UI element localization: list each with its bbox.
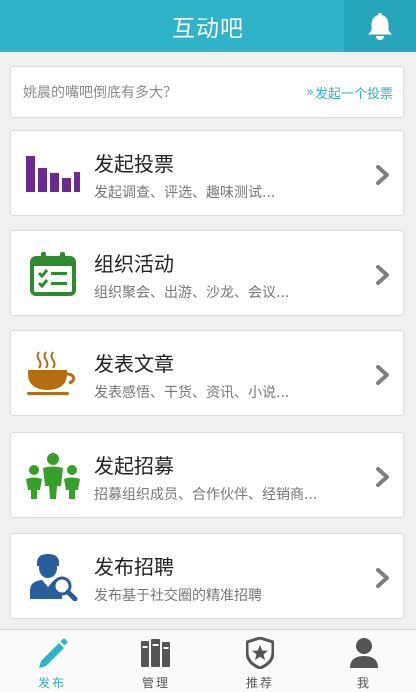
poll-question: 姚晨的嘴吧倒底有多大？ [23, 85, 177, 101]
tab-label: 我 [356, 676, 371, 690]
calendar-icon [25, 250, 81, 298]
start-poll-label: 发起一个投票 [314, 86, 393, 102]
bar-chart-icon [25, 150, 81, 198]
card-subtitle: 组织聚会、出游、沙龙、会议... [94, 285, 290, 301]
card-publish-article[interactable]: 发表文章 发表感悟、干货、资讯、小说... [10, 330, 404, 416]
person-icon [347, 637, 381, 669]
app-header: 互动吧 [0, 0, 416, 52]
card-start-recruitment[interactable]: 发起招募 招募组织成员、合作伙伴、经销商... [10, 432, 404, 518]
card-subtitle: 发布基于社交圈的精准招聘 [94, 588, 262, 604]
card-title: 发起招募 [94, 454, 174, 478]
tab-publish[interactable]: 发布 [0, 630, 104, 692]
card-title: 发表文章 [94, 352, 174, 376]
books-icon [139, 637, 173, 669]
star-shield-icon [243, 637, 277, 669]
start-poll-link[interactable]: » 发起一个投票 [306, 83, 393, 102]
poll-prompt-bar[interactable]: 姚晨的嘴吧倒底有多大？ » 发起一个投票 [10, 66, 404, 118]
chevron-right-icon [376, 467, 389, 487]
tab-manage[interactable]: 管理 [104, 630, 208, 692]
notifications-button[interactable] [344, 0, 416, 52]
tab-label: 发布 [37, 676, 66, 690]
bell-icon [368, 13, 392, 40]
card-title: 发布招聘 [94, 555, 174, 579]
card-subtitle: 发起调查、评选、趣味测试... [94, 185, 276, 201]
double-chevron-icon: » [306, 84, 314, 100]
chevron-right-icon [376, 365, 389, 385]
page-title: 互动吧 [172, 16, 244, 42]
coffee-cup-icon [25, 350, 81, 398]
tab-label: 管理 [141, 676, 170, 690]
bottom-tab-bar: 发布 管理 推荐 我 [0, 629, 416, 692]
chevron-right-icon [376, 265, 389, 285]
card-post-job[interactable]: 发布招聘 发布基于社交圈的精准招聘 [10, 533, 404, 619]
tab-recommend[interactable]: 推荐 [208, 630, 312, 692]
card-organize-event[interactable]: 组织活动 组织聚会、出游、沙龙、会议... [10, 230, 404, 316]
chevron-right-icon [376, 165, 389, 185]
recruiter-search-icon [25, 553, 81, 601]
card-title: 组织活动 [94, 252, 174, 276]
card-title: 发起投票 [94, 152, 174, 176]
card-subtitle: 招募组织成员、合作伙伴、经销商... [94, 487, 318, 503]
pencil-icon [35, 637, 69, 669]
tab-label: 推荐 [245, 676, 274, 690]
chevron-right-icon [376, 568, 389, 588]
tab-me[interactable]: 我 [312, 630, 416, 692]
card-start-vote[interactable]: 发起投票 发起调查、评选、趣味测试... [10, 130, 404, 216]
people-group-icon [25, 452, 81, 500]
card-subtitle: 发表感悟、干货、资讯、小说... [94, 385, 290, 401]
